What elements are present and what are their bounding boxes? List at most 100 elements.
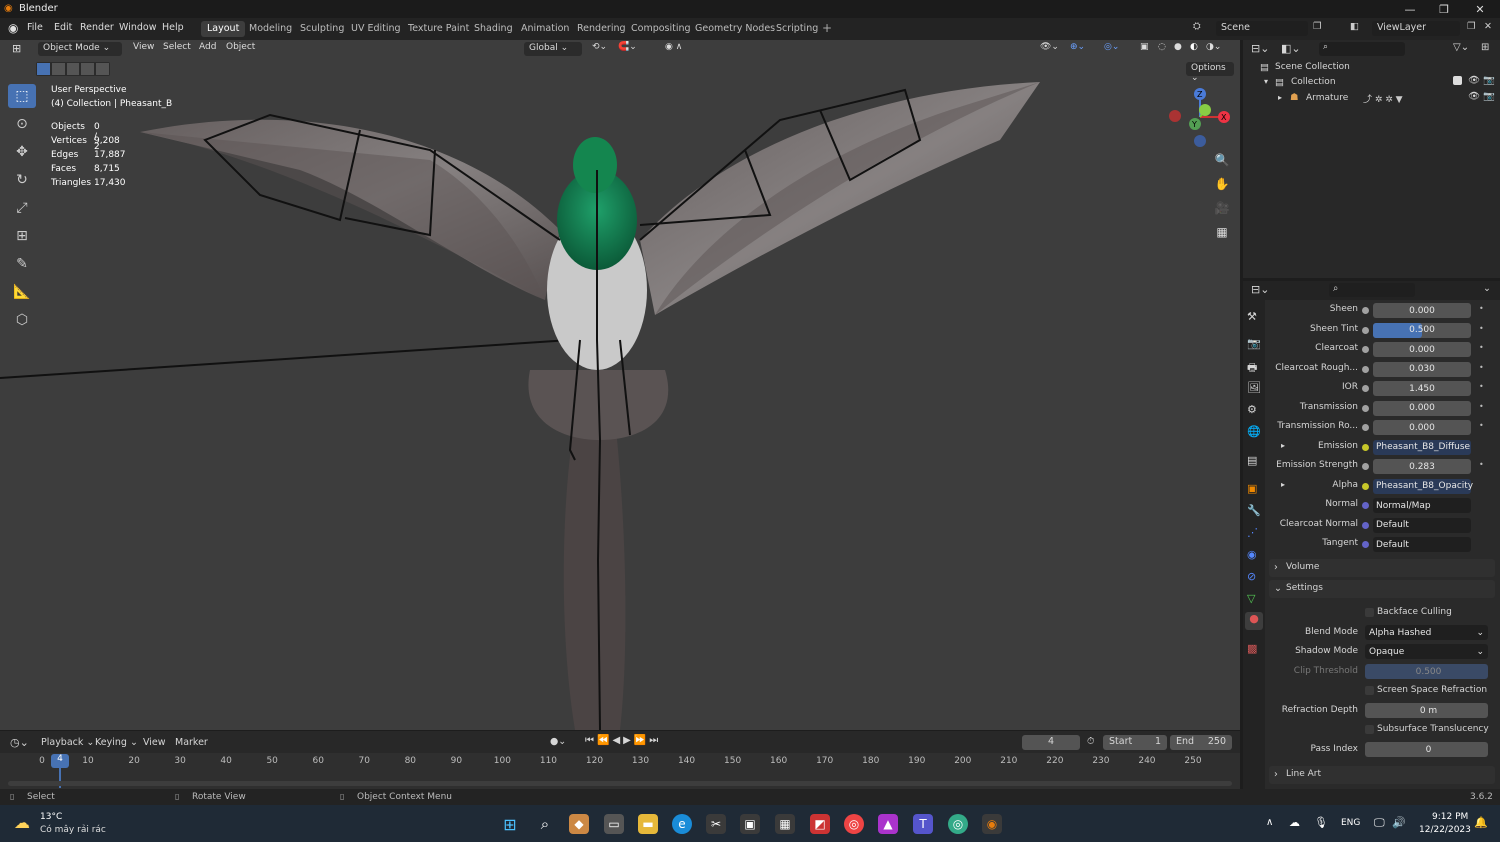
timeline-menu-marker[interactable]: Marker <box>175 737 208 748</box>
outliner-search-input[interactable]: ⌕ <box>1319 42 1405 56</box>
armature-expand-icon[interactable]: ▸ <box>1278 93 1282 102</box>
object-tab-icon[interactable]: ▣ <box>1247 482 1257 495</box>
annotate-tool[interactable]: ✎ <box>8 252 36 276</box>
cursor-tool[interactable]: ⊙ <box>8 112 36 136</box>
socket-dot-icon[interactable] <box>1362 404 1369 412</box>
zoom-icon[interactable]: 🔍 <box>1212 150 1232 170</box>
socket-dot-icon[interactable] <box>1362 424 1369 431</box>
collection-expand-icon[interactable]: ▾ <box>1264 77 1268 86</box>
task-view-icon[interactable]: ▭ <box>604 814 624 834</box>
shading-solid-icon[interactable]: ● <box>1174 42 1182 56</box>
tab-modeling[interactable]: Modeling <box>243 21 298 37</box>
menu-help[interactable]: Help <box>162 22 184 33</box>
tab-uv-editing[interactable]: UV Editing <box>345 21 407 37</box>
keyframe-dot-icon[interactable]: • <box>1479 460 1484 469</box>
record-icon[interactable]: ●⌄ <box>550 736 566 747</box>
tab-sculpting[interactable]: Sculpting <box>294 21 350 37</box>
collection-visibility-icon[interactable]: 👁 <box>1468 75 1480 86</box>
affinity-icon[interactable]: ▲ <box>878 814 898 834</box>
collection-render-icon[interactable]: 📷 <box>1483 75 1495 86</box>
measure-tool[interactable]: 📐 <box>8 280 36 304</box>
pass-index-field[interactable]: 0 <box>1365 742 1488 757</box>
properties-editor-icon[interactable]: ⊟⌄ <box>1251 283 1269 296</box>
start-icon[interactable]: ⊞ <box>500 814 520 834</box>
viewport-menu-view[interactable]: View <box>133 42 154 56</box>
volume-icon[interactable]: 🔊 <box>1392 816 1406 829</box>
office-icon[interactable]: ◩ <box>810 814 830 834</box>
move-tool[interactable]: ✥ <box>8 140 36 164</box>
socket-dot-icon[interactable] <box>1362 443 1369 451</box>
select-new-icon[interactable] <box>37 63 50 75</box>
render-tab-icon[interactable]: 📷 <box>1247 337 1261 350</box>
select-extend-icon[interactable] <box>51 63 65 75</box>
socket-dot-icon[interactable] <box>1362 365 1369 373</box>
expand-socket-icon[interactable]: ▸ <box>1281 441 1285 450</box>
display-mode-icon[interactable]: ◧⌄ <box>1281 42 1301 55</box>
clock-date[interactable]: 12/22/2023 <box>1419 825 1471 835</box>
chrome-icon[interactable]: ◎ <box>844 814 864 834</box>
edge-icon[interactable]: e <box>672 814 692 834</box>
menu-edit[interactable]: Edit <box>54 22 72 33</box>
select-intersect-icon[interactable] <box>96 63 109 75</box>
armature-label[interactable]: Armature <box>1306 93 1348 103</box>
menu-file[interactable]: File <box>27 22 43 33</box>
collection-checkbox[interactable] <box>1453 76 1462 85</box>
physics-tab-icon[interactable]: ◉ <box>1247 548 1257 561</box>
snipping-icon[interactable]: ✂ <box>706 814 726 834</box>
refraction-depth-field[interactable]: 0 m <box>1365 703 1488 718</box>
viewport-menu-object[interactable]: Object <box>226 42 255 56</box>
armature-render-icon[interactable]: 📷 <box>1483 91 1495 102</box>
shading-wireframe-icon[interactable]: ◌ <box>1158 42 1166 56</box>
shading-material-icon[interactable]: ◐ <box>1190 42 1198 56</box>
playback-controls[interactable]: ⏮⏪◀▶⏩⏭ <box>585 735 661 746</box>
shading-rendered-icon[interactable]: ◑⌄ <box>1206 42 1221 56</box>
transform-tool[interactable]: ⊞ <box>8 224 36 248</box>
remove-view-layer-icon[interactable]: ✕ <box>1484 21 1492 32</box>
select-invert-icon[interactable] <box>81 63 95 75</box>
tab-texture-paint[interactable]: Texture Paint <box>402 21 475 37</box>
blender-taskbar-icon[interactable]: ◉ <box>982 814 1002 834</box>
tab-scripting[interactable]: Scripting <box>770 21 824 37</box>
add-cube-tool[interactable]: ⬡ <box>8 308 36 332</box>
timeline-menu-keying[interactable]: Keying ⌄ <box>95 737 138 748</box>
view-layer-tab-icon[interactable]: 🖼 <box>1247 381 1261 394</box>
modifier-tab-icon[interactable]: 🔧 <box>1247 504 1261 517</box>
tool-tab-icon[interactable]: ⚒ <box>1247 310 1257 323</box>
navigation-gizmo[interactable]: X Z Y <box>1165 84 1235 150</box>
close-button[interactable]: ✕ <box>1464 0 1496 18</box>
keyframe-dot-icon[interactable]: • <box>1479 324 1484 333</box>
property-value-field[interactable]: 0.030 <box>1373 361 1471 377</box>
property-value-field[interactable]: 0.500 <box>1373 322 1471 338</box>
backface-culling-checkbox[interactable] <box>1365 608 1374 617</box>
pan-hand-icon[interactable]: ✋ <box>1212 174 1232 194</box>
timeline-menu-playback[interactable]: Playback ⌄ <box>41 737 94 748</box>
weather-icon[interactable]: ☁ <box>14 813 30 832</box>
maximize-button[interactable]: ❐ <box>1428 0 1460 18</box>
world-tab-icon[interactable]: 🌐 <box>1247 425 1261 438</box>
viewport-menu-select[interactable]: Select <box>163 42 191 56</box>
new-scene-icon[interactable]: ❐ <box>1313 21 1322 32</box>
tab-animation[interactable]: Animation <box>515 21 575 37</box>
ortho-grid-icon[interactable]: ▦ <box>1212 222 1232 242</box>
line-art-section[interactable]: › Line Art <box>1269 766 1495 784</box>
texture-tab-icon[interactable]: ▩ <box>1247 642 1257 655</box>
socket-dot-icon[interactable] <box>1362 482 1369 490</box>
notification-icon[interactable]: 🔔 <box>1474 816 1488 829</box>
data-tab-icon[interactable]: ▽ <box>1247 592 1255 605</box>
current-frame-field[interactable]: 4 <box>1022 735 1080 750</box>
tab-layout[interactable]: Layout <box>201 21 246 37</box>
app-icon[interactable]: ▦ <box>775 814 795 834</box>
minimize-button[interactable]: — <box>1394 0 1426 18</box>
outliner-editor-icon[interactable]: ⊟⌄ <box>1251 42 1269 55</box>
xray-icon[interactable]: ▣ <box>1140 42 1149 56</box>
property-value-field[interactable]: Default <box>1373 517 1471 533</box>
start-frame-field[interactable]: Start 1 <box>1103 735 1167 750</box>
view-layer-selector[interactable]: ViewLayer <box>1372 21 1460 36</box>
new-view-layer-icon[interactable]: ❐ <box>1467 21 1476 32</box>
scale-tool[interactable]: ⤢ <box>8 196 36 220</box>
property-value-field[interactable]: 0.283 <box>1373 459 1471 474</box>
property-value-field[interactable]: 0.000 <box>1373 303 1471 318</box>
volume-section[interactable]: › Volume <box>1269 559 1495 577</box>
armature-visibility-icon[interactable]: 👁 <box>1468 91 1480 102</box>
tab-rendering[interactable]: Rendering <box>571 21 632 37</box>
